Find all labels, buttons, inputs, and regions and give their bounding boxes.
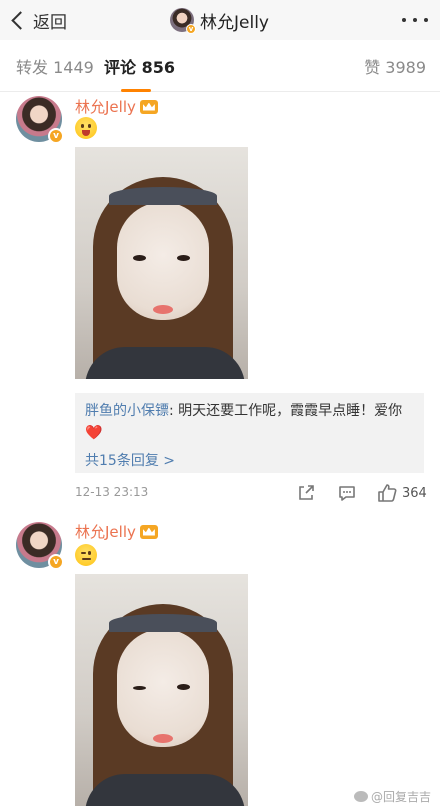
comment-username[interactable]: 林允Jelly	[75, 521, 136, 542]
tab-likes[interactable]: 赞 3989	[364, 54, 426, 78]
comment-button[interactable]	[338, 483, 356, 503]
tab-bar: 转发 1449 评论 856 赞 3989	[0, 40, 440, 92]
emoji-eye	[81, 552, 86, 554]
nav-title[interactable]: v 林允Jelly	[170, 5, 269, 35]
emoji-tongue	[82, 130, 90, 136]
photo-lips	[153, 305, 173, 314]
crown-badge-icon	[139, 524, 158, 539]
share-icon	[299, 485, 314, 500]
share-button[interactable]	[297, 483, 315, 503]
crown-badge-icon	[139, 99, 158, 114]
photo-face	[117, 629, 209, 747]
chevron-left-icon	[11, 10, 30, 30]
photo-eye	[133, 255, 146, 261]
photo-shirt	[85, 347, 245, 379]
reply-username[interactable]: 胖鱼的小保镖	[85, 403, 169, 419]
verified-icon: v	[48, 554, 64, 570]
page-title: 林允Jelly	[200, 12, 269, 33]
comment-photo[interactable]	[75, 147, 248, 379]
emoji-mouth	[82, 558, 91, 560]
wink-emoji-icon	[75, 544, 97, 566]
comment-photo[interactable]	[75, 574, 248, 806]
comment-header: 林允Jelly	[75, 521, 158, 542]
avatar[interactable]: v	[16, 96, 64, 144]
photo-eye	[133, 686, 146, 690]
nav-bar: 返回 v 林允Jelly	[0, 0, 440, 40]
tongue-out-emoji-icon	[75, 117, 97, 139]
back-label: 返回	[33, 12, 67, 33]
heart-emoji-icon: ❤️	[85, 425, 103, 441]
photo-eye	[177, 684, 190, 690]
photo-headband	[109, 614, 217, 632]
watermark-text: @回复吉吉	[371, 790, 432, 804]
weibo-logo-icon	[354, 791, 368, 802]
comment-icon	[339, 486, 355, 501]
thumbs-up-icon	[378, 484, 397, 502]
photo-eye	[177, 255, 190, 261]
dot	[402, 18, 406, 22]
watermark: @回复吉吉	[354, 788, 431, 805]
avatar[interactable]: v	[16, 522, 64, 570]
reply-preview[interactable]: 胖鱼的小保镖: 明天还要工作呢，霞霞早点睡！爱你 ❤️ 共15条回复 >	[75, 393, 424, 473]
comment-meta: 12-13 23:13 364	[75, 483, 429, 503]
dot	[413, 18, 417, 22]
comment-username[interactable]: 林允Jelly	[75, 96, 136, 117]
photo-shirt	[85, 774, 245, 806]
comment-time: 12-13 23:13	[75, 485, 149, 499]
active-tab-indicator	[121, 89, 151, 92]
emoji-eye	[81, 124, 84, 128]
more-button[interactable]	[402, 9, 428, 31]
avatar: v	[170, 8, 196, 34]
reply-text: 胖鱼的小保镖: 明天还要工作呢，霞霞早点睡！爱你 ❤️	[85, 400, 414, 444]
reply-content: : 明天还要工作呢，霞霞早点睡！爱你	[169, 403, 403, 419]
photo-lips	[153, 734, 173, 743]
back-button[interactable]: 返回	[8, 6, 67, 34]
comment-header: 林允Jelly	[75, 96, 158, 117]
dot	[424, 18, 428, 22]
view-replies-link[interactable]: 共15条回复 >	[85, 450, 414, 470]
like-button[interactable]: 364	[377, 483, 427, 503]
tab-reposts[interactable]: 转发 1449	[16, 54, 94, 78]
emoji-eye	[88, 124, 91, 128]
verified-icon: v	[48, 128, 64, 144]
photo-headband	[109, 187, 217, 205]
emoji-eye	[88, 551, 91, 555]
like-count: 364	[402, 485, 427, 501]
tab-comments[interactable]: 评论 856	[104, 54, 175, 78]
verified-icon: v	[186, 24, 196, 34]
photo-face	[117, 202, 209, 320]
